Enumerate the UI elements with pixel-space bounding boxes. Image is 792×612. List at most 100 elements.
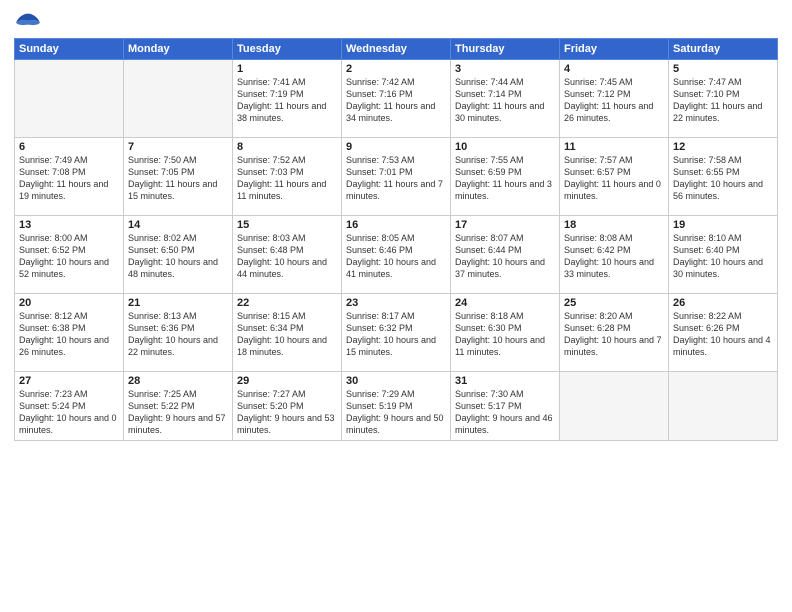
day-number: 14 [128,219,228,231]
day-info: Sunrise: 7:52 AM Sunset: 7:03 PM Dayligh… [237,154,337,203]
calendar-cell: 6Sunrise: 7:49 AM Sunset: 7:08 PM Daylig… [15,138,124,216]
day-number: 10 [455,141,555,153]
calendar-container: SundayMondayTuesdayWednesdayThursdayFrid… [0,0,792,612]
calendar-weekday-header: Monday [124,39,233,60]
day-number: 24 [455,297,555,309]
calendar-cell [15,60,124,138]
day-info: Sunrise: 8:12 AM Sunset: 6:38 PM Dayligh… [19,310,119,359]
day-number: 6 [19,141,119,153]
calendar-cell: 24Sunrise: 8:18 AM Sunset: 6:30 PM Dayli… [451,294,560,372]
calendar-cell: 30Sunrise: 7:29 AM Sunset: 5:19 PM Dayli… [342,372,451,441]
calendar-cell: 18Sunrise: 8:08 AM Sunset: 6:42 PM Dayli… [560,216,669,294]
calendar-cell: 13Sunrise: 8:00 AM Sunset: 6:52 PM Dayli… [15,216,124,294]
calendar-cell: 4Sunrise: 7:45 AM Sunset: 7:12 PM Daylig… [560,60,669,138]
calendar-cell: 3Sunrise: 7:44 AM Sunset: 7:14 PM Daylig… [451,60,560,138]
day-number: 23 [346,297,446,309]
calendar-cell: 2Sunrise: 7:42 AM Sunset: 7:16 PM Daylig… [342,60,451,138]
calendar-cell: 20Sunrise: 8:12 AM Sunset: 6:38 PM Dayli… [15,294,124,372]
day-number: 20 [19,297,119,309]
day-number: 12 [673,141,773,153]
day-info: Sunrise: 8:02 AM Sunset: 6:50 PM Dayligh… [128,232,228,281]
day-info: Sunrise: 7:53 AM Sunset: 7:01 PM Dayligh… [346,154,446,203]
day-info: Sunrise: 8:10 AM Sunset: 6:40 PM Dayligh… [673,232,773,281]
calendar-cell: 9Sunrise: 7:53 AM Sunset: 7:01 PM Daylig… [342,138,451,216]
day-number: 17 [455,219,555,231]
calendar-cell: 28Sunrise: 7:25 AM Sunset: 5:22 PM Dayli… [124,372,233,441]
day-info: Sunrise: 7:23 AM Sunset: 5:24 PM Dayligh… [19,388,119,437]
day-number: 1 [237,63,337,75]
day-info: Sunrise: 7:49 AM Sunset: 7:08 PM Dayligh… [19,154,119,203]
day-info: Sunrise: 7:25 AM Sunset: 5:22 PM Dayligh… [128,388,228,437]
day-info: Sunrise: 8:00 AM Sunset: 6:52 PM Dayligh… [19,232,119,281]
calendar-cell: 29Sunrise: 7:27 AM Sunset: 5:20 PM Dayli… [233,372,342,441]
day-info: Sunrise: 7:30 AM Sunset: 5:17 PM Dayligh… [455,388,555,437]
calendar-cell: 16Sunrise: 8:05 AM Sunset: 6:46 PM Dayli… [342,216,451,294]
day-number: 16 [346,219,446,231]
day-number: 7 [128,141,228,153]
calendar-cell: 27Sunrise: 7:23 AM Sunset: 5:24 PM Dayli… [15,372,124,441]
day-info: Sunrise: 8:18 AM Sunset: 6:30 PM Dayligh… [455,310,555,359]
day-info: Sunrise: 8:17 AM Sunset: 6:32 PM Dayligh… [346,310,446,359]
day-info: Sunrise: 8:05 AM Sunset: 6:46 PM Dayligh… [346,232,446,281]
day-info: Sunrise: 7:27 AM Sunset: 5:20 PM Dayligh… [237,388,337,437]
calendar-weekday-header: Friday [560,39,669,60]
day-number: 28 [128,375,228,387]
calendar-weekday-header: Sunday [15,39,124,60]
day-info: Sunrise: 7:44 AM Sunset: 7:14 PM Dayligh… [455,76,555,125]
day-number: 19 [673,219,773,231]
day-info: Sunrise: 7:47 AM Sunset: 7:10 PM Dayligh… [673,76,773,125]
calendar-cell: 10Sunrise: 7:55 AM Sunset: 6:59 PM Dayli… [451,138,560,216]
calendar-cell: 19Sunrise: 8:10 AM Sunset: 6:40 PM Dayli… [669,216,778,294]
day-number: 21 [128,297,228,309]
calendar-weekday-header: Wednesday [342,39,451,60]
logo-bird-icon [14,10,42,32]
day-number: 15 [237,219,337,231]
calendar-weekday-header: Thursday [451,39,560,60]
day-info: Sunrise: 8:22 AM Sunset: 6:26 PM Dayligh… [673,310,773,359]
calendar-cell: 31Sunrise: 7:30 AM Sunset: 5:17 PM Dayli… [451,372,560,441]
day-info: Sunrise: 8:07 AM Sunset: 6:44 PM Dayligh… [455,232,555,281]
day-info: Sunrise: 7:58 AM Sunset: 6:55 PM Dayligh… [673,154,773,203]
day-number: 30 [346,375,446,387]
day-info: Sunrise: 7:29 AM Sunset: 5:19 PM Dayligh… [346,388,446,437]
day-number: 29 [237,375,337,387]
day-number: 9 [346,141,446,153]
day-info: Sunrise: 7:55 AM Sunset: 6:59 PM Dayligh… [455,154,555,203]
day-info: Sunrise: 8:15 AM Sunset: 6:34 PM Dayligh… [237,310,337,359]
calendar-table: SundayMondayTuesdayWednesdayThursdayFrid… [14,38,778,441]
calendar-cell: 12Sunrise: 7:58 AM Sunset: 6:55 PM Dayli… [669,138,778,216]
calendar-cell: 23Sunrise: 8:17 AM Sunset: 6:32 PM Dayli… [342,294,451,372]
day-number: 3 [455,63,555,75]
calendar-cell: 25Sunrise: 8:20 AM Sunset: 6:28 PM Dayli… [560,294,669,372]
calendar-cell: 15Sunrise: 8:03 AM Sunset: 6:48 PM Dayli… [233,216,342,294]
day-number: 27 [19,375,119,387]
day-info: Sunrise: 8:13 AM Sunset: 6:36 PM Dayligh… [128,310,228,359]
day-number: 8 [237,141,337,153]
day-number: 18 [564,219,664,231]
calendar-cell: 1Sunrise: 7:41 AM Sunset: 7:19 PM Daylig… [233,60,342,138]
day-info: Sunrise: 7:42 AM Sunset: 7:16 PM Dayligh… [346,76,446,125]
calendar-cell [124,60,233,138]
day-info: Sunrise: 7:50 AM Sunset: 7:05 PM Dayligh… [128,154,228,203]
day-info: Sunrise: 7:45 AM Sunset: 7:12 PM Dayligh… [564,76,664,125]
calendar-cell: 5Sunrise: 7:47 AM Sunset: 7:10 PM Daylig… [669,60,778,138]
day-number: 5 [673,63,773,75]
day-number: 31 [455,375,555,387]
calendar-cell: 14Sunrise: 8:02 AM Sunset: 6:50 PM Dayli… [124,216,233,294]
calendar-weekday-header: Saturday [669,39,778,60]
calendar-cell [560,372,669,441]
calendar-cell: 8Sunrise: 7:52 AM Sunset: 7:03 PM Daylig… [233,138,342,216]
header [14,10,778,32]
day-number: 25 [564,297,664,309]
calendar-cell: 17Sunrise: 8:07 AM Sunset: 6:44 PM Dayli… [451,216,560,294]
day-info: Sunrise: 8:20 AM Sunset: 6:28 PM Dayligh… [564,310,664,359]
day-info: Sunrise: 7:57 AM Sunset: 6:57 PM Dayligh… [564,154,664,203]
calendar-cell: 21Sunrise: 8:13 AM Sunset: 6:36 PM Dayli… [124,294,233,372]
calendar-cell: 22Sunrise: 8:15 AM Sunset: 6:34 PM Dayli… [233,294,342,372]
calendar-cell: 11Sunrise: 7:57 AM Sunset: 6:57 PM Dayli… [560,138,669,216]
day-number: 22 [237,297,337,309]
calendar-cell: 26Sunrise: 8:22 AM Sunset: 6:26 PM Dayli… [669,294,778,372]
calendar-cell: 7Sunrise: 7:50 AM Sunset: 7:05 PM Daylig… [124,138,233,216]
calendar-weekday-header: Tuesday [233,39,342,60]
day-number: 4 [564,63,664,75]
